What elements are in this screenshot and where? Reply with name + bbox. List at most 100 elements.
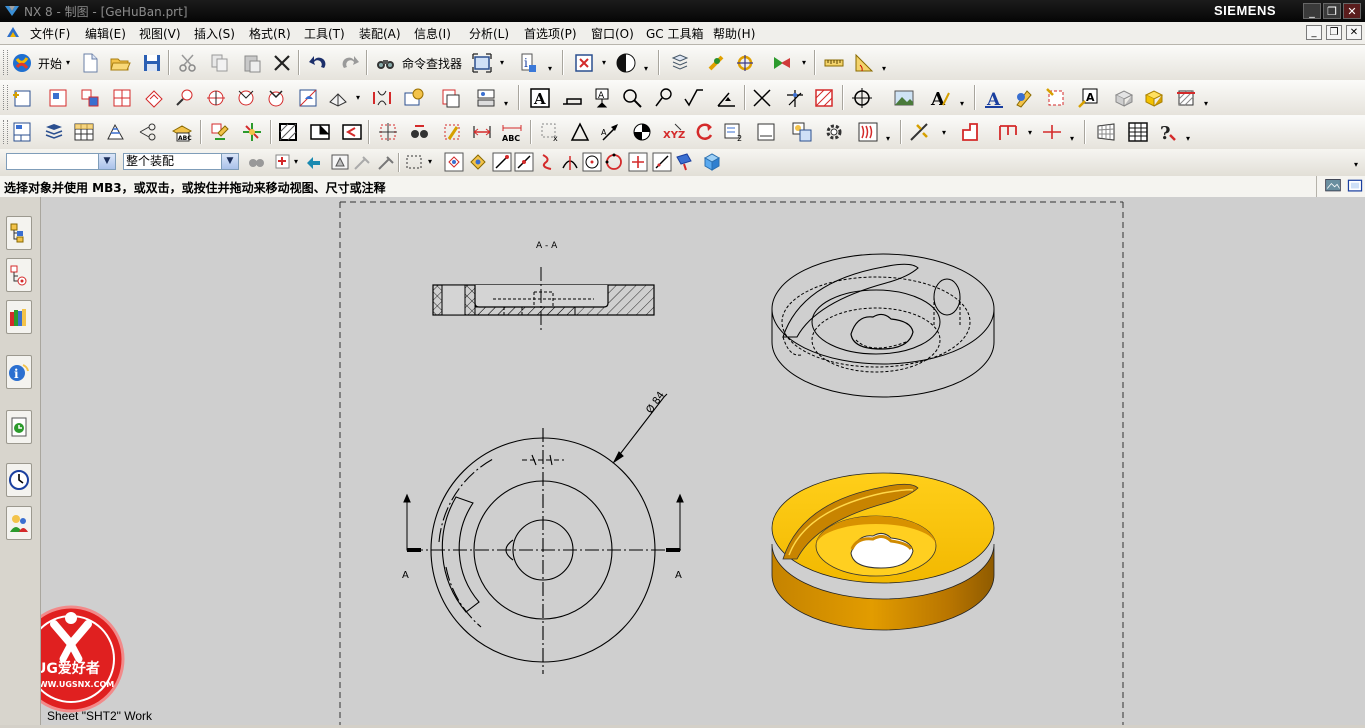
doc-minimize-button[interactable]: _ bbox=[1306, 25, 1322, 40]
toolbar-grip[interactable] bbox=[3, 85, 8, 110]
view-boundary-icon[interactable] bbox=[438, 86, 462, 110]
isometric-wireframe-view[interactable] bbox=[771, 253, 995, 398]
break-view-icon[interactable] bbox=[172, 86, 196, 110]
line-width-dropdown[interactable]: ▾ bbox=[942, 129, 949, 137]
command-finder-label[interactable]: 命令查找器 bbox=[402, 55, 462, 72]
view-label-icon[interactable] bbox=[308, 120, 332, 144]
doc-restore-button[interactable]: ❐ bbox=[1326, 25, 1342, 40]
section-line-dropdown[interactable]: ▾ bbox=[1204, 100, 1211, 108]
auto-balloon-icon[interactable] bbox=[136, 120, 160, 144]
menu-file[interactable]: 文件(F) bbox=[30, 25, 70, 42]
graphics-window[interactable]: A - A Ø 84 A A UG爱好者 WW.UGSNX.COM bbox=[17, 197, 1365, 725]
front-view[interactable] bbox=[403, 393, 684, 674]
inferred-dimension-icon[interactable] bbox=[376, 120, 400, 144]
information-icon[interactable]: i bbox=[516, 51, 540, 75]
section-view-icon[interactable] bbox=[142, 86, 166, 110]
menu-assemblies[interactable]: 装配(A) bbox=[359, 25, 401, 42]
symbol-abc-icon[interactable]: ABC bbox=[170, 120, 194, 144]
paste-icon[interactable] bbox=[240, 51, 264, 75]
datum-target-icon[interactable] bbox=[620, 86, 644, 110]
full-screen-icon[interactable] bbox=[1345, 176, 1365, 196]
reuse-library-tab[interactable] bbox=[6, 300, 32, 334]
revolved-section-icon[interactable] bbox=[234, 86, 258, 110]
save-icon[interactable] bbox=[140, 51, 164, 75]
projected-view-icon[interactable] bbox=[78, 86, 102, 110]
view-cycle-icon[interactable] bbox=[770, 51, 794, 75]
thread-dropdown[interactable]: ▾ bbox=[886, 135, 893, 143]
selection-mode-dropdown[interactable]: ▾ bbox=[294, 158, 301, 166]
spreadsheet-icon[interactable] bbox=[1126, 120, 1150, 144]
restore-button[interactable]: ❐ bbox=[1323, 3, 1341, 19]
hide-component-icon[interactable] bbox=[1112, 86, 1136, 110]
chevron-down-icon[interactable]: ▼ bbox=[221, 154, 238, 169]
binoculars-icon[interactable] bbox=[374, 51, 398, 75]
menu-information[interactable]: 信息(I) bbox=[414, 25, 451, 42]
update-view-icon[interactable] bbox=[402, 86, 426, 110]
undo-icon[interactable] bbox=[306, 51, 330, 75]
close-button[interactable]: ✕ bbox=[1343, 3, 1361, 19]
measure-dropdown[interactable]: ▾ bbox=[882, 65, 889, 73]
snap-intersection-icon[interactable] bbox=[558, 150, 582, 174]
symbol-label-icon[interactable] bbox=[652, 86, 676, 110]
arc-length-icon[interactable] bbox=[692, 120, 716, 144]
fit-view-dropdown[interactable]: ▾ bbox=[500, 59, 507, 67]
settings-gear-icon[interactable] bbox=[822, 120, 846, 144]
snap-point-on-curve-icon[interactable] bbox=[650, 150, 674, 174]
parts-list-icon[interactable] bbox=[104, 120, 128, 144]
snap-arc-center-icon[interactable] bbox=[580, 150, 604, 174]
edit-style-icon[interactable] bbox=[1012, 86, 1036, 110]
feature-control-frame-icon[interactable] bbox=[560, 86, 584, 110]
local-section-icon[interactable] bbox=[370, 86, 394, 110]
section-dropdown[interactable]: ▾ bbox=[356, 94, 363, 102]
section-view-a-a[interactable]: A - A bbox=[432, 241, 655, 333]
image-icon[interactable] bbox=[892, 86, 916, 110]
measure-angle-icon[interactable] bbox=[852, 51, 876, 75]
menu-tools[interactable]: 工具(T) bbox=[304, 25, 345, 42]
menu-format[interactable]: 格式(R) bbox=[249, 25, 291, 42]
solid-body-icon[interactable] bbox=[700, 150, 724, 174]
line-width-icon[interactable] bbox=[908, 120, 932, 144]
snap-view-dropdown[interactable]: ▾ bbox=[602, 59, 609, 67]
drawing-view-style-icon[interactable] bbox=[474, 86, 498, 110]
minimize-button[interactable]: _ bbox=[1303, 3, 1321, 19]
surface-finish-icon[interactable] bbox=[682, 86, 706, 110]
target-point-icon[interactable] bbox=[850, 86, 874, 110]
note-icon[interactable]: A bbox=[528, 86, 552, 110]
drawing-template-icon[interactable] bbox=[10, 120, 34, 144]
history-palette-tab[interactable] bbox=[6, 410, 32, 444]
menu-view[interactable]: 视图(V) bbox=[139, 25, 181, 42]
undo-select-icon[interactable] bbox=[302, 150, 326, 174]
grid-pattern-icon[interactable] bbox=[1094, 120, 1118, 144]
snap-point-on-face-icon[interactable] bbox=[672, 150, 696, 174]
xyz-coordinate-icon[interactable]: XYZ bbox=[662, 120, 686, 144]
rectangle-select-icon[interactable] bbox=[402, 150, 426, 174]
border-zone-icon[interactable] bbox=[42, 120, 66, 144]
half-section-icon[interactable] bbox=[204, 86, 228, 110]
view-dependent-edit-icon[interactable] bbox=[340, 120, 364, 144]
open-folder-icon[interactable] bbox=[108, 51, 132, 75]
roles-web-tab[interactable]: i bbox=[6, 355, 32, 389]
start-icon[interactable] bbox=[10, 51, 34, 75]
diameter-dimension[interactable]: Ø 84 bbox=[644, 389, 667, 415]
display-style-icon[interactable] bbox=[614, 51, 638, 75]
help-dropdown[interactable]: ▾ bbox=[1186, 135, 1193, 143]
chevron-down-icon[interactable]: ▼ bbox=[98, 154, 115, 169]
wcs-origin-icon[interactable] bbox=[734, 51, 758, 75]
base-view-icon[interactable] bbox=[46, 86, 70, 110]
centerline-cross-icon[interactable] bbox=[750, 86, 774, 110]
edit-text-icon[interactable]: A bbox=[1076, 86, 1100, 110]
table-dropdown[interactable]: ▾ bbox=[1028, 129, 1035, 137]
snap-point-toggle-icon[interactable] bbox=[442, 150, 466, 174]
snap-settings-icon[interactable] bbox=[466, 150, 490, 174]
menu-window[interactable]: 窗口(O) bbox=[591, 25, 634, 42]
chain-dimension-icon[interactable]: ABC bbox=[500, 120, 524, 144]
layer-settings-icon[interactable] bbox=[668, 51, 692, 75]
menu-help[interactable]: 帮助(H) bbox=[713, 25, 755, 42]
vertical-dimension-icon[interactable] bbox=[440, 120, 464, 144]
app-menu-icon[interactable] bbox=[5, 25, 21, 41]
snap-end-point-icon[interactable] bbox=[490, 150, 514, 174]
scope-select[interactable]: 整个装配 ▼ bbox=[123, 153, 239, 170]
display-style-dropdown[interactable]: ▾ bbox=[644, 65, 651, 73]
start-label[interactable]: 开始 bbox=[38, 55, 62, 72]
menu-gc-toolkit[interactable]: GC 工具箱 bbox=[646, 25, 704, 42]
